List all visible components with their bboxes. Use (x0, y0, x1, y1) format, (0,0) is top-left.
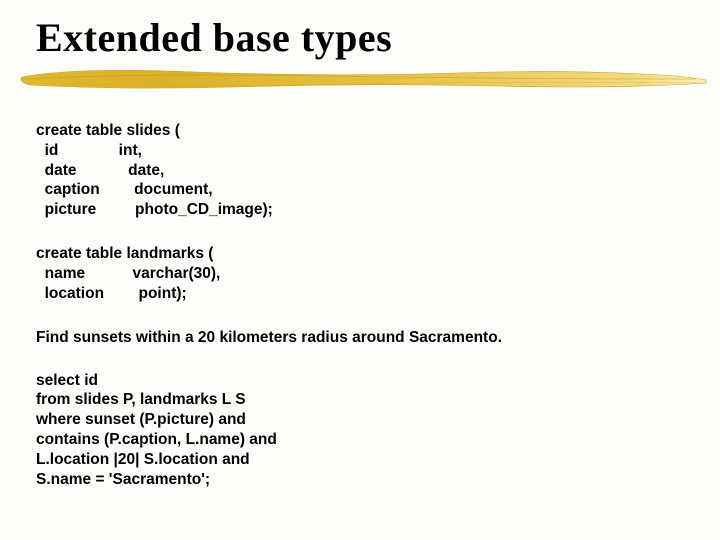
query-description: Find sunsets within a 20 kilometers radi… (36, 328, 684, 349)
decorative-rule (36, 67, 684, 97)
create-table-slides: create table slides ( id int, date date,… (36, 121, 684, 220)
select-query: select id from slides P, landmarks L S w… (36, 371, 684, 490)
slide: Extended base types create table slides … (0, 0, 720, 540)
page-title: Extended base types (36, 14, 684, 61)
brush-stroke-icon (16, 63, 716, 97)
create-table-landmarks: create table landmarks ( name varchar(30… (36, 244, 684, 303)
